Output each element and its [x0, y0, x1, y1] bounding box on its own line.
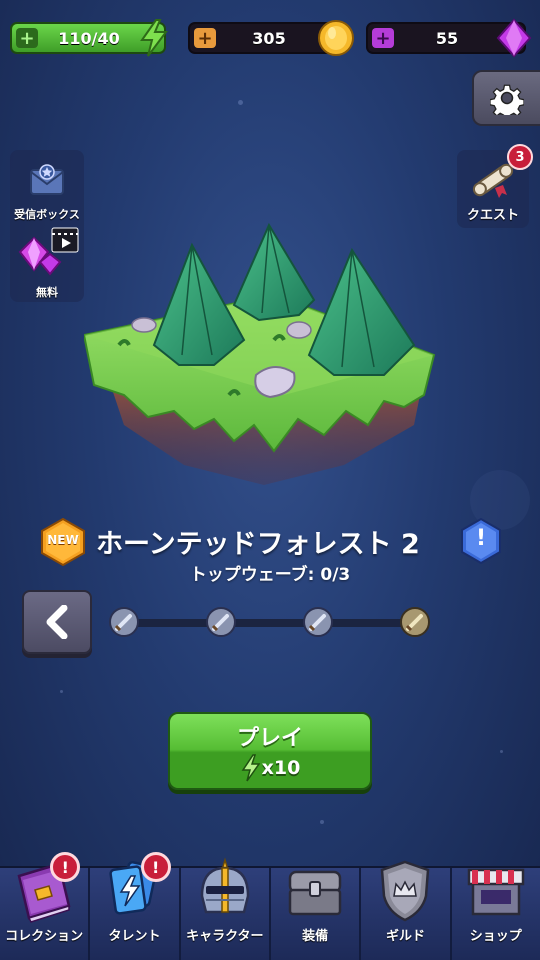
new-badge-label: NEW — [47, 533, 79, 547]
info-hexagon-icon[interactable]: ! — [460, 517, 502, 565]
top-wave-label: トップウェーブ: 0/3 — [189, 565, 351, 585]
play-button[interactable]: プレイ x10 — [168, 712, 372, 790]
info-symbol: ! — [475, 526, 487, 551]
gems-bar[interactable]: + 55 — [366, 18, 532, 58]
free-gems-button[interactable]: 無料 — [10, 226, 84, 302]
inbox-button[interactable]: 受信ボックス — [10, 154, 84, 224]
nav-guild-label: ギルド — [385, 929, 425, 944]
nav-shop[interactable]: ショップ — [452, 868, 540, 960]
lightning-icon — [140, 19, 168, 57]
bg-dot — [60, 690, 63, 693]
new-hexagon-icon: NEW — [40, 517, 86, 567]
gold-plus-button[interactable]: + — [194, 28, 216, 49]
coin-icon — [318, 20, 354, 56]
bg-dot — [320, 820, 324, 824]
gold-bar[interactable]: + 305 — [188, 20, 354, 56]
inbox-label: 受信ボックス — [14, 208, 80, 221]
settings-button[interactable] — [472, 70, 540, 126]
nav-talent-label: タレント — [108, 929, 161, 944]
quest-button[interactable]: クエスト 3 — [457, 144, 533, 228]
wave-sword-icon — [303, 607, 333, 637]
level-island[interactable] — [84, 215, 444, 495]
nav-shop-label: ショップ — [469, 929, 522, 944]
quest-scroll-icon — [472, 163, 514, 198]
gems-value: 55 — [435, 28, 459, 48]
back-arrow-icon — [46, 605, 68, 639]
bottom-nav: ! コレクション ! タレント キャラクター 装備 ギルド ショップ — [0, 852, 540, 960]
energy-value: 110/40 — [58, 28, 120, 48]
gear-icon — [490, 84, 524, 115]
bg-dot — [238, 100, 243, 105]
level-title: ホーンテッドフォレスト 2 — [96, 529, 420, 560]
wave-sword-icon — [206, 607, 236, 637]
nav-guild[interactable]: ギルド — [361, 860, 452, 960]
nav-equipment-label: 装備 — [302, 929, 329, 944]
chest-icon — [288, 870, 342, 916]
wave-progress-track — [124, 619, 420, 627]
nav-collection[interactable]: ! コレクション — [0, 852, 91, 960]
nav-equipment[interactable]: 装備 — [271, 868, 362, 960]
play-label: プレイ — [236, 726, 303, 751]
nav-character-label: キャラクター — [186, 929, 264, 944]
gold-value: 305 — [252, 28, 286, 48]
energy-bar[interactable]: + 110/40 — [10, 19, 168, 57]
back-button[interactable] — [22, 590, 92, 654]
bg-dot — [500, 750, 503, 753]
shop-stall-icon — [467, 868, 525, 916]
nav-talent[interactable]: ! タレント — [90, 852, 181, 960]
gem-icon — [496, 18, 532, 58]
quest-label: クエスト — [466, 208, 519, 223]
left-side-panel: 受信ボックス 無料 — [10, 150, 84, 302]
nav-collection-label: コレクション — [5, 929, 84, 944]
wave-boss-icon — [400, 607, 430, 637]
level-title-row: NEW ホーンテッドフォレスト 2 ! — [0, 517, 540, 567]
play-cost-value: x10 — [261, 757, 301, 779]
energy-plus-button[interactable]: + — [16, 28, 38, 49]
mailbox-icon — [30, 164, 64, 195]
talent-alert-badge: ! — [140, 852, 171, 882]
lightning-icon — [241, 754, 261, 782]
free-gems-video-icon — [18, 227, 79, 276]
wave-sword-icon — [109, 607, 139, 637]
play-cost: x10 — [170, 754, 370, 782]
helmet-icon — [200, 857, 250, 914]
quest-count-badge: 3 — [507, 144, 533, 170]
nav-character[interactable]: キャラクター — [181, 857, 271, 960]
gems-plus-button[interactable]: + — [372, 28, 394, 49]
shield-crown-icon — [381, 860, 430, 922]
free-label: 無料 — [36, 286, 58, 299]
